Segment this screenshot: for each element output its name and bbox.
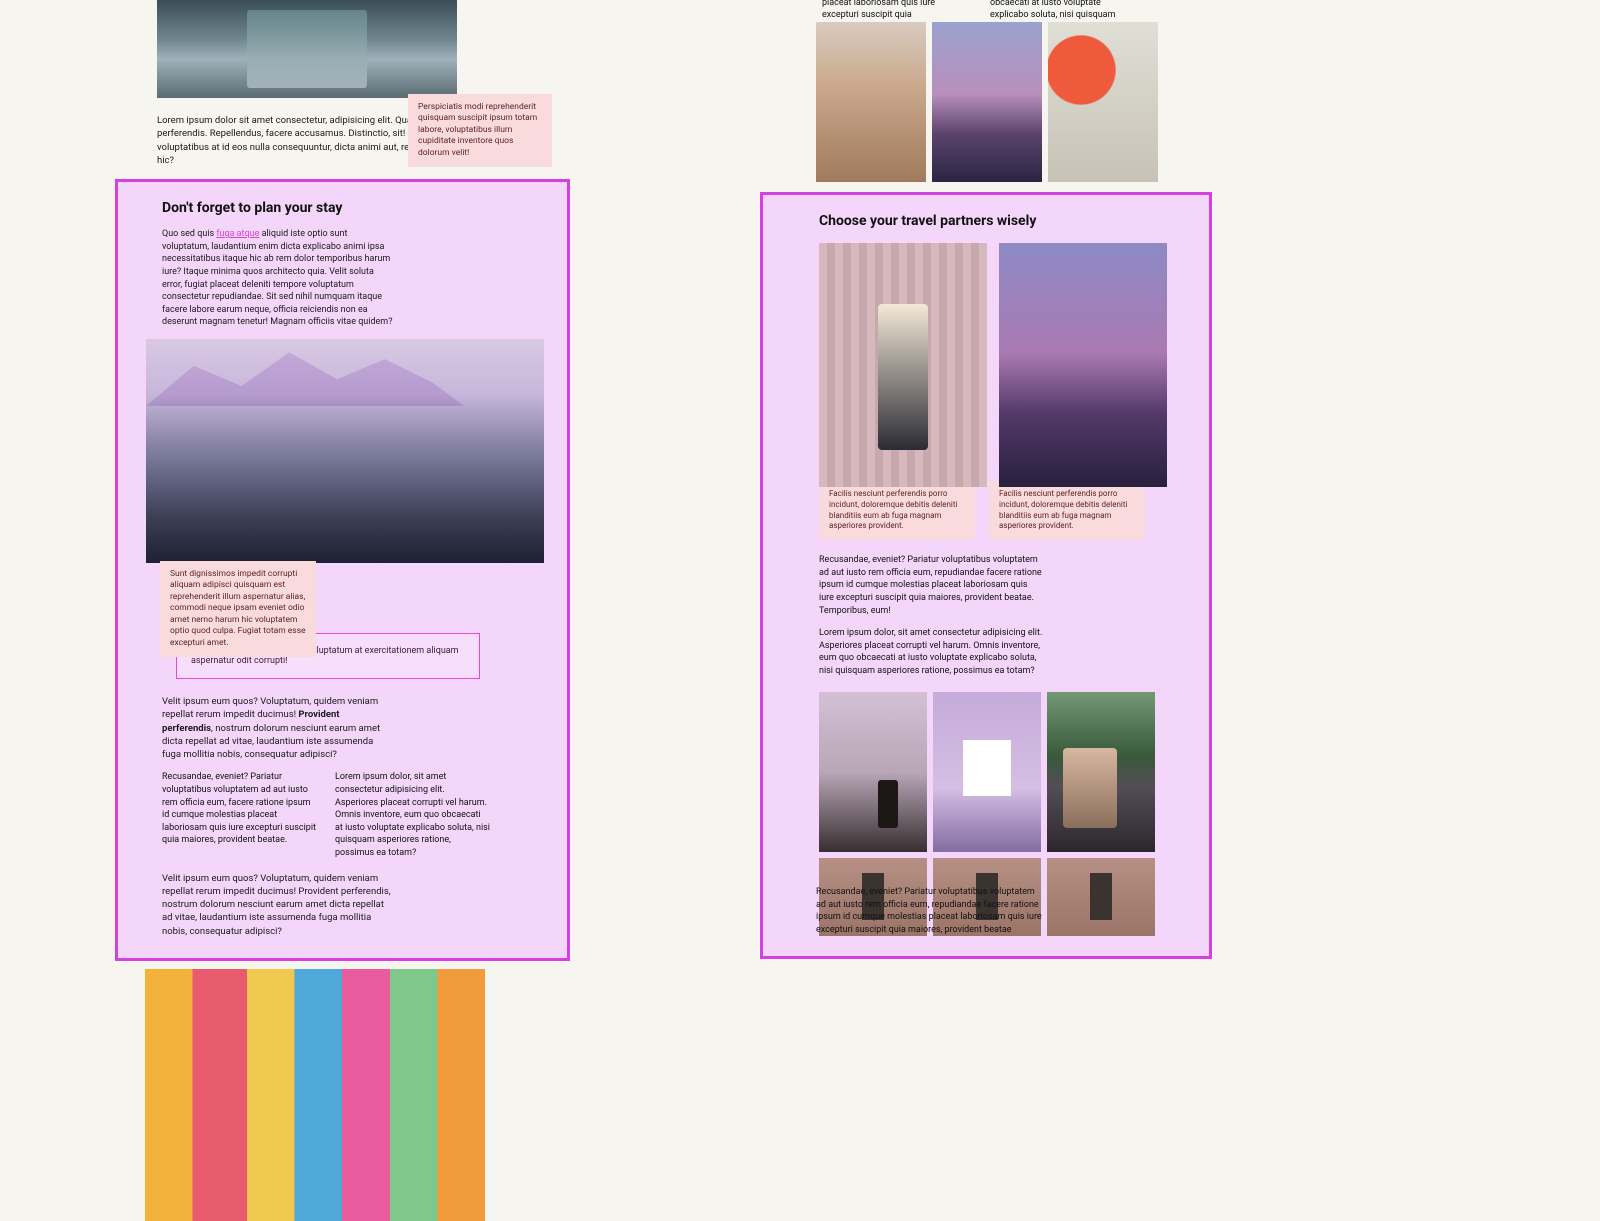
pair-caption-row: Facilis nesciunt perferendis porro incid… [819,481,1187,540]
two-col-b: Lorem ipsum dolor, sit amet consectetur … [335,771,490,859]
two-col-a: Recusandae, eveniet? Pariatur voluptatib… [162,771,317,859]
image-skater-sitting [1047,692,1155,852]
image-camera-table [933,692,1041,852]
pair-caption-a: Facilis nesciunt perferendis porro incid… [819,481,975,540]
image-colorful-houses [145,969,485,1221]
right-top-col-a: ratione ipsum id cumque molestias placea… [822,0,972,22]
image-portrait-woman [816,22,926,182]
image-dusk-city-2 [999,243,1167,487]
two-column-block: Recusandae, eveniet? Pariatur voluptatib… [162,771,530,859]
pair-caption-b: Facilis nesciunt perferendis porro incid… [989,481,1145,540]
image-row-top [816,22,1158,182]
caption-hero: Sunt dignissimos impedit corrupti aliqua… [160,561,316,657]
image-sand-3 [1047,858,1155,936]
image-pair [819,243,1187,487]
panel-travel-partners: Choose your travel partners wisely Facil… [760,192,1212,959]
right-bottom-paragraph: Recusandae, eveniet? Pariatur voluptatib… [816,886,1046,936]
intro-prefix: Quo sed quis [162,229,216,239]
intro-link[interactable]: fuga atque [216,229,259,239]
panel-title-left: Don't forget to plan your stay [162,200,530,216]
panel-intro: Quo sed quis fuga atque aliquid iste opt… [162,228,394,329]
image-vegetables [1048,22,1158,182]
image-triptych [819,692,1187,852]
right-body-2: Lorem ipsum dolor, sit amet consectetur … [819,627,1044,677]
image-mountain-hero [146,339,544,563]
para-provident-1: Velit ipsum eum quos? Voluptatum, quidem… [162,695,392,761]
right-top-two-col: ratione ipsum id cumque molestias placea… [822,0,1142,22]
right-top-col-b: harum. Omnis inventore, eum quo obcaecat… [990,0,1140,22]
para-provident-2: Velit ipsum eum quos? Voluptatum, quidem… [162,872,392,938]
caption-top-left: Perspiciatis modi reprehenderit quisquam… [408,94,552,167]
hero-wrap: Sunt dignissimos impedit corrupti aliqua… [146,339,530,563]
right-body-1: Recusandae, eveniet? Pariatur voluptatib… [819,554,1044,617]
left-column: Perspiciatis modi reprehenderit quisquam… [115,0,570,1221]
panel-plan-your-stay: Don't forget to plan your stay Quo sed q… [115,179,570,961]
image-dusk-city [932,22,1042,182]
image-street-walker [157,0,457,98]
image-stripe-walker [819,243,987,487]
intro-suffix: aliquid iste optio sunt voluptatum, laud… [162,229,392,327]
image-misty-dog [819,692,927,852]
panel-title-right: Choose your travel partners wisely [819,213,1187,229]
